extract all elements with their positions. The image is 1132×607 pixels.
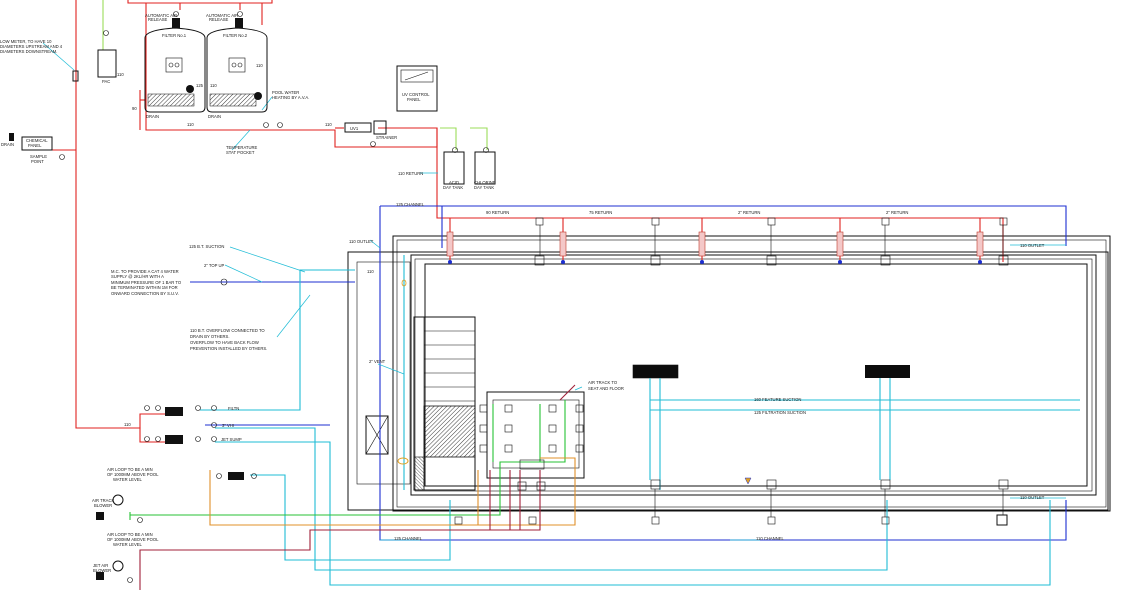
uv-control-panel (396, 65, 438, 112)
return-75-label: 75 RETURN (589, 210, 612, 215)
air-pipework (139, 384, 576, 590)
air-loop-note-1: AIR LOOP TO BE A MIN OF 1000MM ABOVE POO… (107, 467, 159, 482)
ref-125: 125 (196, 83, 204, 88)
return-110-label: 110 RETURN (398, 171, 423, 176)
filter-1-label: FILTER No.1 (162, 33, 187, 38)
pump-legend-2: JET SUMP (221, 437, 242, 442)
ref-110-f: 110 (367, 269, 374, 274)
outlet-110-right-bottom-label: 110 OUTLET (1020, 495, 1045, 500)
drain-label-left: DRAIN (1, 142, 14, 147)
drain-label-2: DRAIN (208, 114, 221, 119)
mc-note: M.C. TO PROVIDE A CAT 4 WATER SUPPLY @ 2… (111, 269, 182, 296)
air-track-note: AIR TRACK TO SEAT AND FLOOR (588, 380, 624, 391)
return-2in-label-a: 2" RETURN (738, 210, 760, 215)
vent-label: 2" VENT (369, 359, 386, 364)
ref-110-c: 110 (124, 422, 131, 427)
seat-structure (486, 391, 585, 479)
drain-label-1: DRAIN (146, 114, 159, 119)
suction-pipework (190, 205, 1067, 541)
return-90-label: 90 RETURN (486, 210, 509, 215)
pool-water-heating-label: POOL WATER HEATING BY A.V.A. (272, 90, 309, 100)
pool-plant-schematic: LOW METER, TO HAVE 10 DIAMETERS UPSTREAM… (0, 0, 1111, 590)
feature-suction-label: 160 FEATURE SUCTION (754, 397, 801, 402)
uv-control-panel-label: UV CONTROL PANEL (402, 92, 430, 102)
top-up-label: 2" TOP UP (204, 263, 225, 268)
outlet-110-right-top-label: 110 OUTLET (1020, 243, 1045, 248)
feature-block-right (865, 365, 910, 378)
temperature-pocket-label: TEMPERATURE STAT POCKET (226, 145, 259, 155)
filter-2-label: FILTER No.2 (223, 33, 248, 38)
chlorine-day-tank-label: CHLORINE DAY TANK (474, 180, 497, 190)
sump-box (365, 415, 389, 455)
air-loop-note-2: AIR LOOP TO BE A MIN OF 1000MM ABOVE POO… (107, 532, 159, 547)
air-track-blower-label: AIR TRACK BLOWER (92, 498, 115, 508)
outlet-110-left-label: 110 OUTLET (349, 239, 374, 244)
water-meter-note: LOW METER, TO HAVE 10 DIAMETERS UPSTREAM… (0, 39, 63, 54)
pool-outline (347, 235, 1111, 512)
pac-label: PAC (102, 79, 110, 84)
channel-110-bottom-label: 110 CHANNEL (756, 536, 785, 541)
acid-day-tank-label: ACID DAY TANK (443, 180, 463, 190)
return-pipework (40, 0, 1004, 443)
channel-125-bottom-label: 125 CHANNEL (394, 536, 423, 541)
channel-125-top-label: 125 CHANNEL (396, 202, 425, 207)
pool-steps (413, 316, 476, 491)
ref-110-e: 110 (256, 63, 263, 68)
pump-legend-3: 3" VHI (222, 423, 234, 428)
feature-block-left (633, 365, 678, 378)
sample-point-label: SAMPLE POINT (30, 154, 48, 164)
filtration-suction-label: 125 FILTRATION SUCTION (754, 410, 806, 415)
air-release-label-2: AUTOMATIC AIR RELEASE (206, 13, 239, 22)
bt-suction-label: 125 B.T. SUCTION (189, 244, 224, 249)
ref-90: 90 (132, 106, 137, 111)
uv-tag: UV1 (350, 126, 359, 131)
feature-pipework (200, 255, 1080, 586)
strainer-label: STRAINER (376, 135, 397, 140)
ref-110-b: 110 (325, 122, 332, 127)
ref-110-a: 110 (187, 122, 194, 127)
pumps (9, 133, 244, 580)
chemical-panel-label: CHEMICAL PANEL (26, 138, 49, 148)
jet-air-blower-label: JET AIR BLOWER (93, 563, 111, 573)
return-2in-label-b: 2" RETURN (886, 210, 908, 215)
leader-lines (42, 42, 1066, 541)
pac-tank (97, 49, 117, 78)
ref-110-main: 110 (210, 83, 217, 88)
overflow-note: 110 B.T. OVERFLOW CONNECTED TO DRAIN BY … (190, 328, 267, 351)
pump-legend-1: FILTN (228, 406, 239, 411)
ref-110-d: 110 (117, 72, 124, 77)
